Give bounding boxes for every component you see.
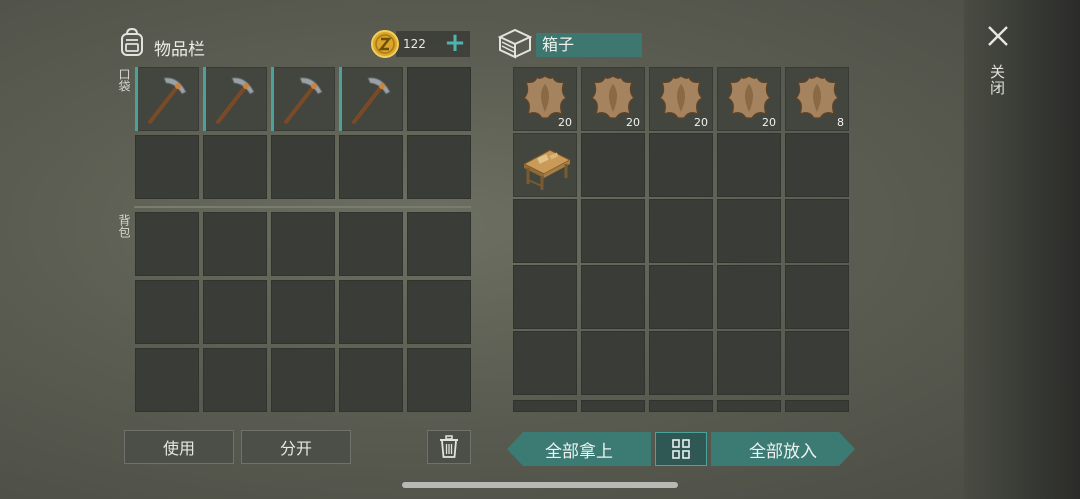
pickaxe-icon xyxy=(352,77,391,124)
container-slot[interactable] xyxy=(717,331,781,395)
container-name: 箱子 xyxy=(536,33,642,57)
pocket-slot[interactable] xyxy=(339,135,403,199)
item-quantity: 20 xyxy=(762,116,776,129)
container-slot[interactable]: 20 xyxy=(649,67,713,131)
container-slot[interactable] xyxy=(581,265,645,329)
container-slot[interactable]: 20 xyxy=(717,67,781,131)
container-slot[interactable] xyxy=(785,331,849,395)
container-slot[interactable] xyxy=(717,199,781,263)
hide-icon xyxy=(794,75,840,119)
pocket-slot[interactable] xyxy=(203,135,267,199)
durability-bar xyxy=(339,67,342,131)
backpack-slot[interactable] xyxy=(135,348,199,412)
container-slot[interactable]: 20 xyxy=(513,67,577,131)
use-button[interactable]: 使用 xyxy=(124,430,234,464)
container-slot[interactable]: 8 xyxy=(785,67,849,131)
backpack-slot[interactable] xyxy=(203,348,267,412)
backpack-slot[interactable] xyxy=(203,212,267,276)
durability-bar xyxy=(203,67,206,131)
backpack-slot[interactable] xyxy=(407,212,471,276)
item-quantity: 20 xyxy=(694,116,708,129)
close-icon[interactable] xyxy=(986,24,1010,48)
container-slot[interactable] xyxy=(785,400,849,412)
container-slot[interactable] xyxy=(513,199,577,263)
trash-icon xyxy=(440,435,458,458)
item-quantity: 8 xyxy=(837,116,844,129)
box-icon xyxy=(497,28,533,59)
container-slot[interactable] xyxy=(785,265,849,329)
container-slot[interactable] xyxy=(785,199,849,263)
container-slot[interactable] xyxy=(513,331,577,395)
hide-icon xyxy=(658,75,704,119)
backpack-slot[interactable] xyxy=(339,348,403,412)
backpack-slot[interactable] xyxy=(339,280,403,344)
container-slot[interactable] xyxy=(649,133,713,197)
durability-bar xyxy=(135,67,138,131)
pocket-slot[interactable] xyxy=(203,67,267,131)
container-slot[interactable]: 20 xyxy=(581,67,645,131)
container-slot[interactable] xyxy=(513,400,577,412)
pocket-label: 口袋 xyxy=(117,68,131,92)
pocket-slot[interactable] xyxy=(271,67,335,131)
backpack-icon xyxy=(121,27,143,56)
put-all-label: 全部放入 xyxy=(749,441,817,462)
pocket-slot[interactable] xyxy=(407,135,471,199)
hide-icon xyxy=(726,75,772,119)
pickaxe-icon xyxy=(148,77,187,124)
take-all-label: 全部拿上 xyxy=(545,441,613,462)
item-quantity: 20 xyxy=(626,116,640,129)
container-slot[interactable] xyxy=(581,400,645,412)
coin-amount: 122 xyxy=(403,37,426,51)
backpack-slot[interactable] xyxy=(407,280,471,344)
container-slot[interactable] xyxy=(513,265,577,329)
container-slot[interactable] xyxy=(581,199,645,263)
container-slot[interactable] xyxy=(649,400,713,412)
backpack-slot[interactable] xyxy=(271,212,335,276)
pocket-slot[interactable] xyxy=(339,67,403,131)
backpack-label: 背包 xyxy=(117,214,131,238)
workbench-icon xyxy=(522,149,572,190)
container-slot[interactable] xyxy=(785,133,849,197)
pocket-slot[interactable] xyxy=(135,67,199,131)
container-slot[interactable] xyxy=(717,133,781,197)
backpack-slot[interactable] xyxy=(135,212,199,276)
hide-icon xyxy=(590,75,636,119)
side-panel xyxy=(964,0,1080,499)
take-all-button[interactable]: 全部拿上 xyxy=(507,432,651,466)
trash-button[interactable] xyxy=(427,430,471,464)
pocket-slot[interactable] xyxy=(407,67,471,131)
durability-bar xyxy=(271,67,274,131)
pickaxe-icon xyxy=(216,77,255,124)
hide-icon xyxy=(522,75,568,119)
inventory-title: 物品栏 xyxy=(154,40,205,60)
close-button[interactable]: 关闭 xyxy=(988,64,1008,96)
pocket-slot[interactable] xyxy=(271,135,335,199)
sort-grid-icon xyxy=(672,439,690,459)
container-slot[interactable] xyxy=(649,265,713,329)
container-slot[interactable] xyxy=(649,331,713,395)
container-slot[interactable] xyxy=(717,265,781,329)
container-slot[interactable] xyxy=(581,331,645,395)
container-slot[interactable] xyxy=(649,199,713,263)
sort-button[interactable] xyxy=(655,432,707,466)
coin-icon xyxy=(371,30,399,58)
container-slot[interactable] xyxy=(581,133,645,197)
section-divider xyxy=(134,206,471,208)
home-indicator[interactable] xyxy=(402,482,678,488)
backpack-slot[interactable] xyxy=(407,348,471,412)
add-coins-button[interactable]: + xyxy=(442,29,468,57)
container-slot[interactable] xyxy=(513,133,577,197)
backpack-slot[interactable] xyxy=(271,280,335,344)
backpack-slot[interactable] xyxy=(135,280,199,344)
container-slot[interactable] xyxy=(717,400,781,412)
backpack-slot[interactable] xyxy=(339,212,403,276)
backpack-slot[interactable] xyxy=(271,348,335,412)
pickaxe-icon xyxy=(284,77,323,124)
split-button[interactable]: 分开 xyxy=(241,430,351,464)
pocket-slot[interactable] xyxy=(135,135,199,199)
backpack-slot[interactable] xyxy=(203,280,267,344)
put-all-button[interactable]: 全部放入 xyxy=(711,432,855,466)
item-quantity: 20 xyxy=(558,116,572,129)
